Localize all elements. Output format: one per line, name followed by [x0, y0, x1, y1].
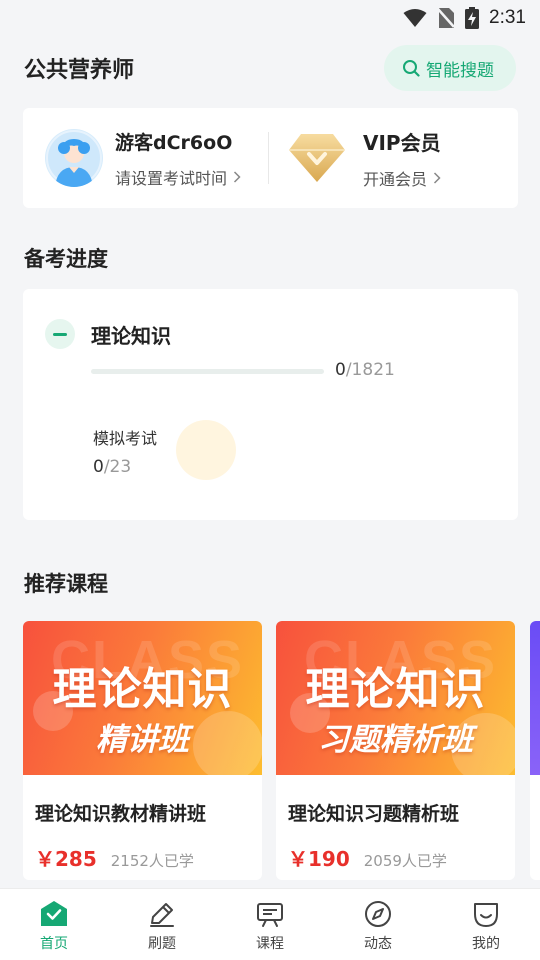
course-students: 2152人已学: [110, 852, 194, 870]
profile-icon: [474, 903, 498, 927]
avatar-person-icon: [46, 130, 102, 187]
clock: 2:31: [489, 7, 526, 28]
course-meta: ￥190 2059人已学: [288, 843, 447, 872]
collapse-button[interactable]: [45, 319, 75, 349]
minus-icon: [53, 332, 67, 336]
course-card[interactable]: CLASS 理论知识 习题精析班 理论知识习题精析班 ￥190 2059人已学: [276, 621, 515, 880]
bottom-tab-bar: 首页 刷题 课程 动态 我的: [0, 888, 540, 960]
tab-label: 刷题: [148, 936, 176, 952]
banner-main-text: 理论知识: [52, 664, 233, 715]
tab-courses[interactable]: 课程: [216, 889, 324, 960]
compass-icon: [365, 901, 391, 927]
course-board-icon: [257, 903, 283, 927]
vip-title: VIP会员: [363, 130, 441, 155]
tab-label: 首页: [40, 936, 68, 952]
course-students: 2059人已学: [363, 852, 447, 870]
smart-search-button[interactable]: 智能搜题: [384, 45, 516, 91]
tab-practice[interactable]: 刷题: [108, 889, 216, 960]
user-info[interactable]: 游客dCr6oO 请设置考试时间: [23, 128, 268, 189]
course-card[interactable]: CLASS 理论知识 精讲班 理论知识教材精讲班 ￥285 2152人已学: [23, 621, 262, 880]
progress-section-title: 备考进度: [24, 247, 108, 271]
course-name: 理论知识教材精讲班: [35, 803, 207, 825]
mock-exam-done: 0: [93, 457, 104, 477]
mock-exam-label[interactable]: 模拟考试: [93, 425, 157, 449]
vip-diamond-icon: [289, 134, 345, 182]
open-membership-link[interactable]: 开通会员: [363, 166, 441, 190]
pencil-icon: [150, 903, 174, 927]
course-meta: ￥285 2152人已学: [35, 843, 194, 872]
wifi-icon: [403, 9, 427, 27]
courses-section-title: 推荐课程: [24, 572, 108, 596]
banner-main-text: 理论知识: [305, 664, 486, 715]
page-title: 公共营养师: [24, 58, 135, 83]
tab-news[interactable]: 动态: [324, 889, 432, 960]
subject-name[interactable]: 理论知识: [91, 320, 171, 349]
tab-label: 我的: [472, 936, 500, 952]
search-icon: [403, 60, 420, 77]
tab-label: 课程: [256, 936, 284, 952]
course-banner: CLASS 理论知识 习题精析班: [276, 621, 515, 775]
course-banner: [530, 621, 540, 775]
progress-total: /1821: [345, 360, 395, 380]
banner-sub-text: 习题精析班: [318, 722, 473, 758]
chevron-right-icon: [233, 170, 241, 183]
tab-home[interactable]: 首页: [0, 889, 108, 960]
set-exam-time-link[interactable]: 请设置考试时间: [115, 165, 241, 189]
course-card-peek[interactable]: [530, 621, 540, 880]
no-sim-icon: [437, 8, 455, 28]
set-exam-time-label: 请设置考试时间: [115, 168, 228, 188]
progress-done: 0: [335, 360, 346, 380]
progress-count: 0/1821: [335, 360, 395, 380]
smart-search-label: 智能搜题: [426, 60, 494, 81]
vip-membership[interactable]: VIP会员 开通会员: [269, 127, 518, 190]
course-name: 理论知识习题精析班: [288, 803, 460, 825]
open-membership-label: 开通会员: [363, 169, 428, 189]
battery-charging-icon: [465, 7, 480, 29]
mock-exam-total: /23: [103, 457, 132, 477]
tab-label: 动态: [364, 936, 392, 952]
progress-card: 理论知识 0/1821 模拟考试 0/23: [23, 289, 518, 520]
progress-bar: [91, 369, 324, 374]
banner-sub-text: 精讲班: [96, 722, 189, 758]
mock-exam-count: 0/23: [93, 457, 131, 477]
avatar: [45, 129, 103, 187]
user-name: 游客dCr6oO: [115, 131, 233, 154]
course-price: ￥190: [288, 847, 350, 871]
home-icon: [41, 901, 67, 926]
profile-card: 游客dCr6oO 请设置考试时间 VIP会员 开通会员: [23, 108, 518, 208]
header: 公共营养师 智能搜题: [24, 44, 516, 92]
course-banner: CLASS 理论知识 精讲班: [23, 621, 262, 775]
course-price: ￥285: [35, 847, 97, 871]
chevron-right-icon: [433, 171, 441, 184]
status-bar: 2:31: [0, 0, 540, 36]
mock-exam-progress-ring[interactable]: [176, 420, 236, 480]
tab-mine[interactable]: 我的: [432, 889, 540, 960]
course-carousel[interactable]: CLASS 理论知识 精讲班 理论知识教材精讲班 ￥285 2152人已学 CL…: [23, 621, 540, 881]
